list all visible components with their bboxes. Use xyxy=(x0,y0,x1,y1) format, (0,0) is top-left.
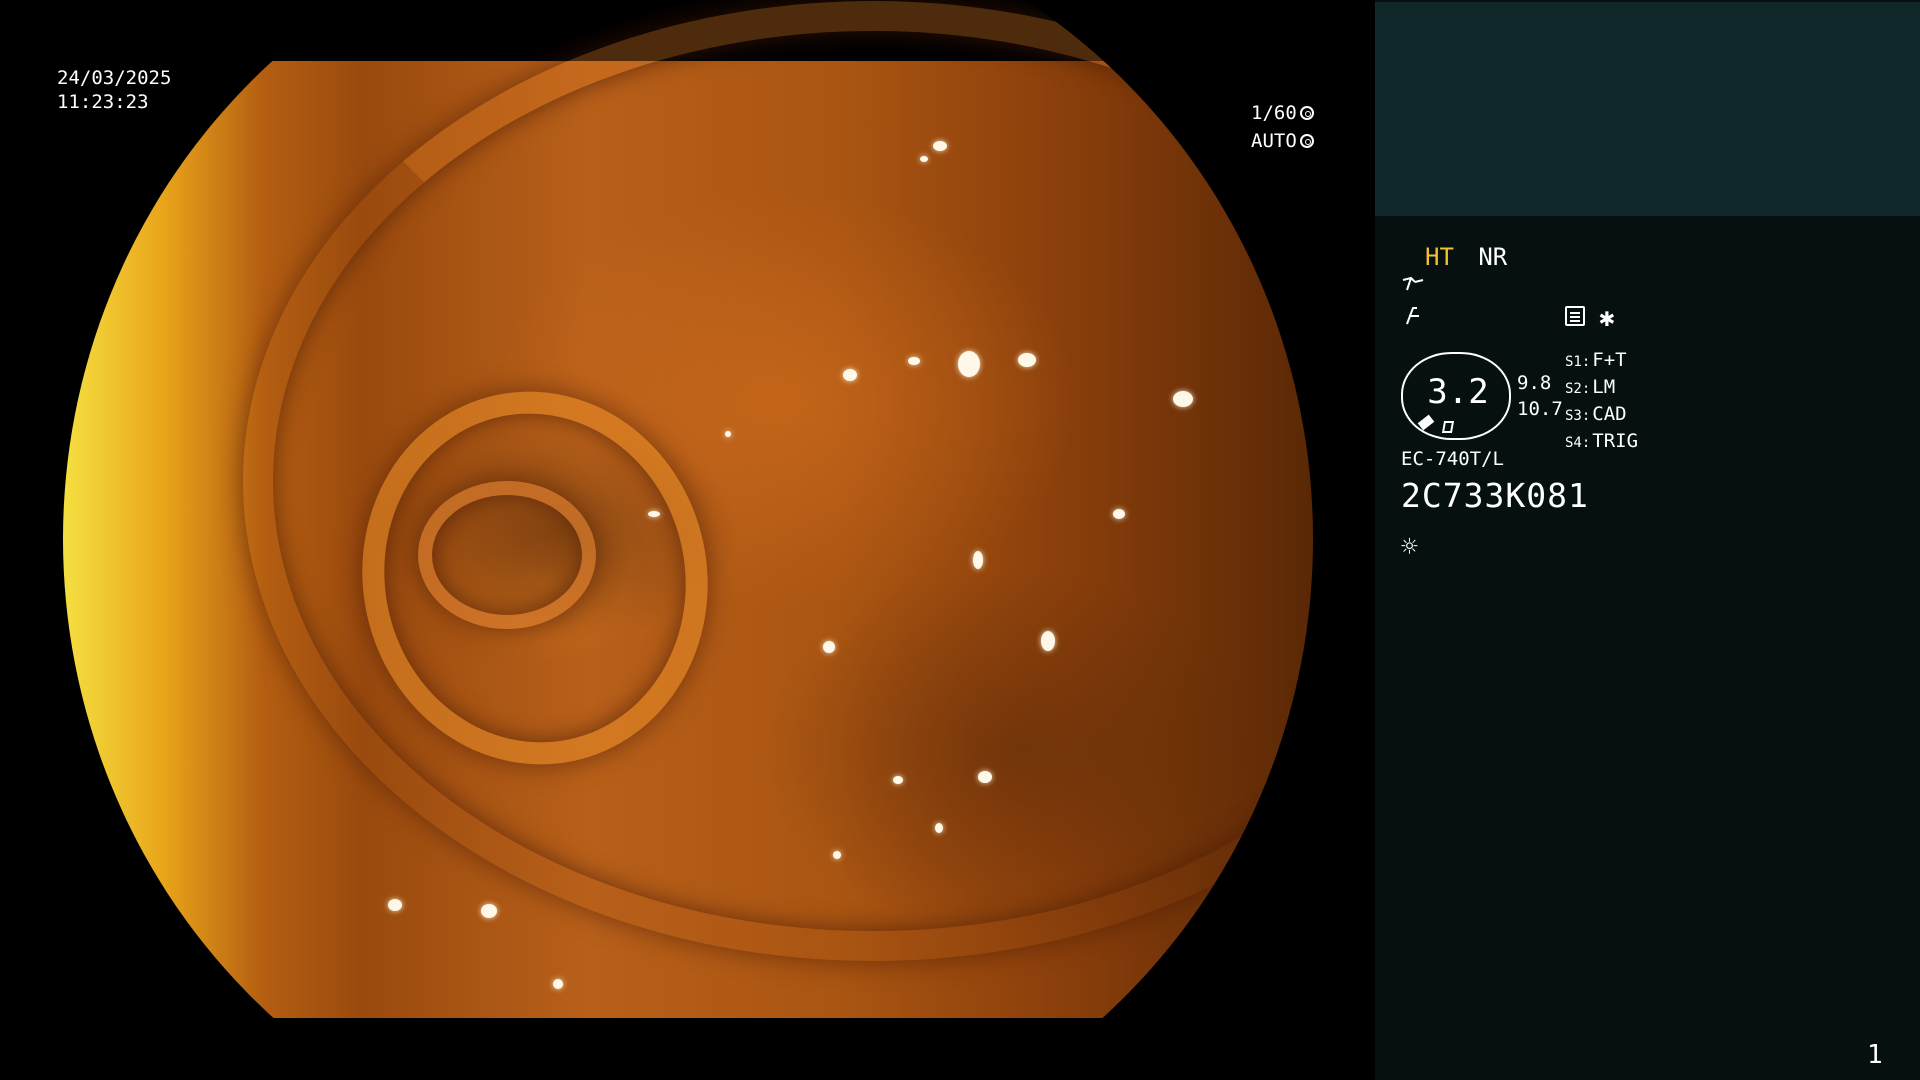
specular-highlight xyxy=(935,823,943,833)
value-upper: 9.8 xyxy=(1517,372,1552,394)
switch-key: S2: xyxy=(1565,381,1591,397)
ht-mode-label: HT xyxy=(1425,243,1454,271)
switch-item: S1: F+T xyxy=(1565,348,1638,375)
nr-mode-label: NR xyxy=(1478,243,1508,271)
specular-highlight xyxy=(1018,353,1036,367)
specular-highlight xyxy=(823,641,835,653)
scope-switch-list: S1: F+T S2: LM S3: CAD S4: TRIG xyxy=(1565,348,1638,456)
specular-highlight xyxy=(553,979,563,989)
scope-model: EC-740T/L xyxy=(1401,448,1504,470)
shutter-icon xyxy=(1299,106,1314,120)
switch-key: S3: xyxy=(1565,408,1591,424)
specular-highlight xyxy=(920,156,928,162)
info-panel: HT NR ✱ 3.2 9.8 10.7 S1: F+T S2: LM S3: … xyxy=(1375,0,1920,1080)
specular-highlight xyxy=(978,771,992,783)
specular-highlight xyxy=(958,351,980,377)
switch-label: CAD xyxy=(1592,403,1627,425)
switch-key: S1: xyxy=(1565,354,1591,370)
enhance-icon xyxy=(1403,304,1425,332)
shutter-speed: 1/60 xyxy=(1251,102,1297,124)
specular-highlight xyxy=(648,511,660,517)
light-icon: ☼ xyxy=(1401,530,1418,563)
wave-icon xyxy=(1401,274,1425,300)
value-lower: 10.7 xyxy=(1517,398,1563,420)
time-text: 11:23:23 xyxy=(57,91,149,113)
switch-label: LM xyxy=(1592,376,1616,398)
specular-highlight xyxy=(481,904,497,918)
date-time-stamp: 24/03/2025 11:23:23 xyxy=(57,66,171,114)
specular-highlight xyxy=(933,141,947,151)
zoom-frame-icon xyxy=(1441,421,1455,433)
specular-highlight xyxy=(893,776,903,784)
specular-highlight xyxy=(973,551,983,569)
date-text: 24/03/2025 xyxy=(57,67,172,89)
zoom-indicator: 3.2 xyxy=(1401,352,1511,440)
switch-label: TRIG xyxy=(1592,430,1639,452)
exposure-info: 1/60 AUTO xyxy=(1251,99,1314,155)
specular-highlight xyxy=(388,899,402,911)
switch-item: S3: CAD xyxy=(1565,402,1638,429)
switch-label: F+T xyxy=(1592,349,1627,371)
specular-highlight xyxy=(1113,509,1125,519)
papilla xyxy=(418,481,596,629)
switch-item: S2: LM xyxy=(1565,375,1638,402)
switch-key: S4: xyxy=(1565,435,1591,451)
specular-highlight xyxy=(1173,391,1193,407)
specular-highlight xyxy=(833,851,841,859)
star-icon: ✱ xyxy=(1599,303,1615,333)
specular-highlight xyxy=(908,357,920,365)
zoom-tip-icon xyxy=(1417,414,1435,431)
endoscope-image xyxy=(63,1,1313,1018)
specular-highlight xyxy=(843,369,857,381)
menu-icon xyxy=(1565,306,1585,326)
page-number: 1 xyxy=(1867,1040,1883,1070)
mode-indicators: HT NR xyxy=(1425,243,1507,271)
iris-icon xyxy=(1299,134,1314,148)
specular-highlight xyxy=(725,431,731,437)
iris-mode: AUTO xyxy=(1251,130,1297,152)
endoscope-video-area: 24/03/2025 11:23:23 1/60 AUTO xyxy=(0,0,1375,1080)
thumbnail-area xyxy=(1375,2,1920,216)
specular-highlight xyxy=(1041,631,1055,651)
zoom-value: 3.2 xyxy=(1427,372,1489,412)
switch-item: S4: TRIG xyxy=(1565,429,1638,456)
scope-serial-number: 2C733K081 xyxy=(1401,476,1589,515)
